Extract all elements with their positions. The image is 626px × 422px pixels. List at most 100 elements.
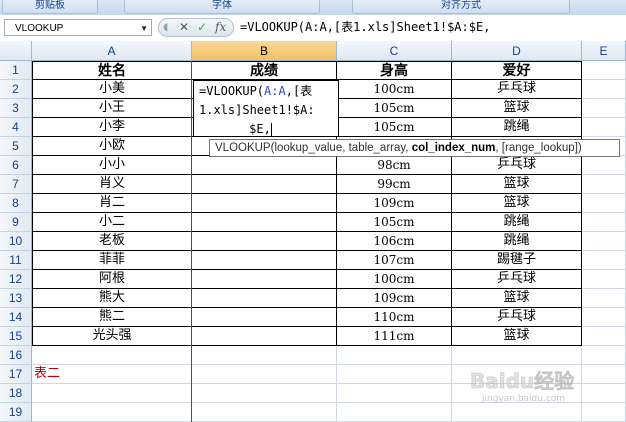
- column-header-d[interactable]: D: [452, 41, 582, 61]
- cell-b12[interactable]: [192, 270, 337, 289]
- enter-icon[interactable]: ✓: [197, 20, 207, 34]
- ribbon-group-clipboard[interactable]: 剪贴板: [2, 0, 98, 14]
- cell-b14[interactable]: [192, 308, 337, 327]
- cell-a7[interactable]: 肖义: [32, 175, 192, 194]
- cell-c4[interactable]: 105cm: [337, 118, 452, 137]
- cell-d11[interactable]: 踢毽子: [452, 251, 582, 270]
- cell-e11[interactable]: [582, 251, 626, 270]
- cell-e16[interactable]: [582, 346, 626, 365]
- cell-a1[interactable]: 姓名: [32, 61, 192, 80]
- cell-a12[interactable]: 阿根: [32, 270, 192, 289]
- cell-a5[interactable]: 小欧: [32, 137, 192, 156]
- cell-c16[interactable]: [337, 346, 452, 365]
- cell-c9[interactable]: 105cm: [337, 213, 452, 232]
- row-header-3[interactable]: 3: [0, 99, 32, 118]
- cell-e12[interactable]: [582, 270, 626, 289]
- cell-b18[interactable]: [192, 384, 337, 403]
- cell-c13[interactable]: 109cm: [337, 289, 452, 308]
- cell-d10[interactable]: 跳绳: [452, 232, 582, 251]
- cell-d8[interactable]: 篮球: [452, 194, 582, 213]
- cell-b1[interactable]: 成绩: [192, 61, 337, 80]
- cell-c15[interactable]: 111cm: [337, 327, 452, 346]
- cell-d19[interactable]: [452, 403, 582, 422]
- cell-e13[interactable]: [582, 289, 626, 308]
- row-header-16[interactable]: 16: [0, 346, 32, 365]
- ribbon-group-font[interactable]: 字体: [124, 0, 320, 14]
- tooltip-current-arg[interactable]: col_index_num: [412, 142, 496, 154]
- cell-b17[interactable]: [192, 365, 337, 384]
- cell-c1[interactable]: 身高: [337, 61, 452, 80]
- cell-e8[interactable]: [582, 194, 626, 213]
- cell-b10[interactable]: [192, 232, 337, 251]
- row-header-6[interactable]: 6: [0, 156, 32, 175]
- column-header-e[interactable]: E: [582, 41, 626, 61]
- cell-c7[interactable]: 99cm: [337, 175, 452, 194]
- cell-e4[interactable]: [582, 118, 626, 137]
- cell-e9[interactable]: [582, 213, 626, 232]
- cell-c11[interactable]: 107cm: [337, 251, 452, 270]
- row-header-13[interactable]: 13: [0, 289, 32, 308]
- cancel-icon[interactable]: ✕: [179, 20, 189, 34]
- cell-a14[interactable]: 熊二: [32, 308, 192, 327]
- row-header-2[interactable]: 2: [0, 80, 32, 99]
- cell-a15[interactable]: 光头强: [32, 327, 192, 346]
- cell-d13[interactable]: 篮球: [452, 289, 582, 308]
- cell-c19[interactable]: [337, 403, 452, 422]
- cell-editor[interactable]: =VLOOKUP(A:A,[表 1.xls]Sheet1!$A: $E,: [193, 80, 339, 137]
- cell-d14[interactable]: 乒乓球: [452, 308, 582, 327]
- row-header-11[interactable]: 11: [0, 251, 32, 270]
- cell-a17[interactable]: 表二: [32, 365, 192, 384]
- cell-d12[interactable]: 乒乓球: [452, 270, 582, 289]
- cell-c3[interactable]: 105cm: [337, 99, 452, 118]
- cell-d16[interactable]: [452, 346, 582, 365]
- row-header-19[interactable]: 19: [0, 403, 32, 422]
- row-header-15[interactable]: 15: [0, 327, 32, 346]
- cell-b8[interactable]: [192, 194, 337, 213]
- cell-c14[interactable]: 110cm: [337, 308, 452, 327]
- formula-input[interactable]: =VLOOKUP(A:A,[表1.xls]Sheet1!$A:$E,: [240, 19, 626, 36]
- cell-a13[interactable]: 熊大: [32, 289, 192, 308]
- cell-b15[interactable]: [192, 327, 337, 346]
- column-header-c[interactable]: C: [337, 41, 452, 61]
- cell-b16[interactable]: [192, 346, 337, 365]
- cell-e14[interactable]: [582, 308, 626, 327]
- cell-d6[interactable]: 乒乓球: [452, 156, 582, 175]
- cell-a2[interactable]: 小美: [32, 80, 192, 99]
- cell-b7[interactable]: [192, 175, 337, 194]
- cell-d15[interactable]: 篮球: [452, 327, 582, 346]
- cell-c6[interactable]: 98cm: [337, 156, 452, 175]
- cell-a18[interactable]: [32, 384, 192, 403]
- column-header-b[interactable]: B: [192, 41, 337, 61]
- cell-b13[interactable]: [192, 289, 337, 308]
- insert-function-icon[interactable]: fx: [215, 20, 226, 34]
- tooltip-args-rest[interactable]: , [range_lookup]): [495, 142, 581, 154]
- cell-a8[interactable]: 肖二: [32, 194, 192, 213]
- cell-b9[interactable]: [192, 213, 337, 232]
- column-header-a[interactable]: A: [32, 41, 192, 61]
- cell-a9[interactable]: 小二: [32, 213, 192, 232]
- tooltip-func-name[interactable]: VLOOKUP(: [215, 142, 274, 154]
- row-header-10[interactable]: 10: [0, 232, 32, 251]
- cell-a19[interactable]: [32, 403, 192, 422]
- cell-a6[interactable]: 小小: [32, 156, 192, 175]
- cell-c10[interactable]: 106cm: [337, 232, 452, 251]
- cell-a16[interactable]: [32, 346, 192, 365]
- row-header-17[interactable]: 17: [0, 365, 32, 384]
- cell-d2[interactable]: 乒乓球: [452, 80, 582, 99]
- tooltip-args[interactable]: lookup_value, table_array,: [274, 142, 411, 154]
- cell-e10[interactable]: [582, 232, 626, 251]
- cell-d3[interactable]: 篮球: [452, 99, 582, 118]
- cell-e1[interactable]: [582, 61, 626, 80]
- cell-d1[interactable]: 爱好: [452, 61, 582, 80]
- cell-b6[interactable]: [192, 156, 337, 175]
- cell-a3[interactable]: 小王: [32, 99, 192, 118]
- cell-d4[interactable]: 跳绳: [452, 118, 582, 137]
- cell-a10[interactable]: 老板: [32, 232, 192, 251]
- row-header-9[interactable]: 9: [0, 213, 32, 232]
- cell-c12[interactable]: 100cm: [337, 270, 452, 289]
- row-header-18[interactable]: 18: [0, 384, 32, 403]
- cell-e15[interactable]: [582, 327, 626, 346]
- row-header-14[interactable]: 14: [0, 308, 32, 327]
- cell-e3[interactable]: [582, 99, 626, 118]
- row-header-8[interactable]: 8: [0, 194, 32, 213]
